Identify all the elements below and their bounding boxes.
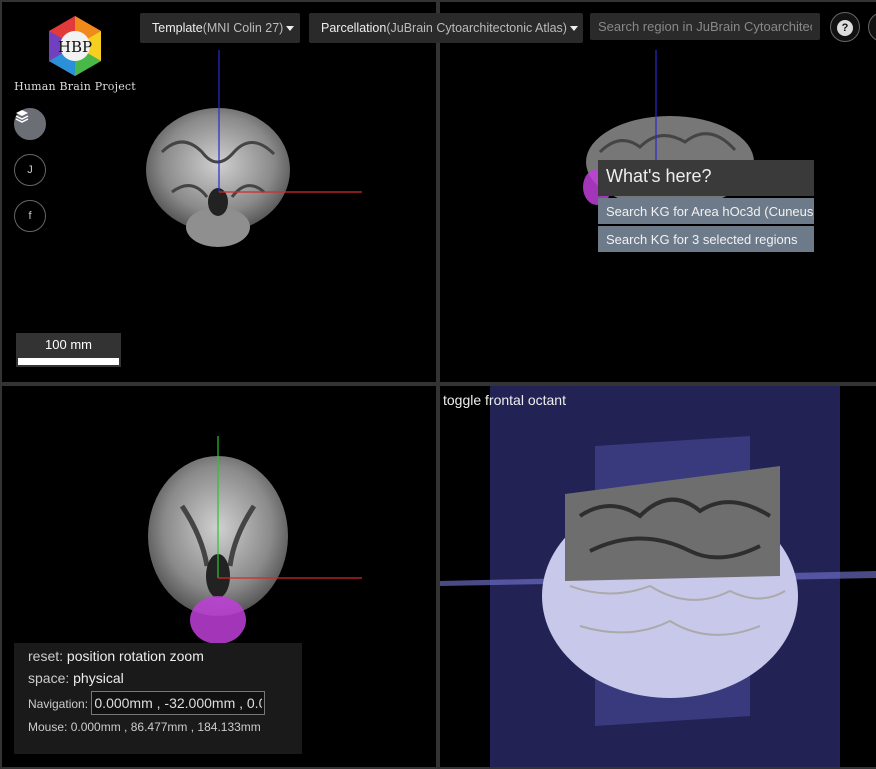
reset-row: reset: position rotation zoom — [28, 645, 288, 667]
3d-view-svg — [440, 386, 876, 767]
parcellation-label: Parcellation — [321, 21, 387, 35]
caret-down-icon — [569, 26, 578, 32]
hbp-logo-icon: HBP — [49, 16, 101, 76]
svg-text:HBP: HBP — [58, 38, 92, 56]
scale-bar-line — [18, 358, 119, 365]
help-button[interactable]: ? — [830, 12, 860, 42]
space-label: space: — [28, 670, 70, 686]
kg-search-item[interactable]: Search KG for Area hOc3d (Cuneus) — [598, 198, 814, 224]
template-value: (MNI Colin 27) — [202, 21, 284, 35]
whats-here-title: What's here? — [598, 160, 814, 196]
f-label: f — [28, 210, 32, 222]
space-value: physical — [73, 670, 124, 686]
navigation-panel: reset: position rotation zoom space: phy… — [14, 643, 302, 754]
kg-search-selected-item[interactable]: Search KG for 3 selected regions — [598, 226, 814, 252]
scale-bar: 100 mm — [16, 333, 121, 367]
mouse-value: 0.000mm , 86.477mm , 184.133mm — [70, 720, 261, 734]
template-label: Template — [152, 21, 203, 35]
hbp-logo[interactable]: HBP Human Brain Project — [14, 14, 136, 93]
help-icon: ? — [837, 19, 853, 36]
highlighted-region-axial — [190, 596, 246, 644]
j-label: J — [27, 164, 33, 176]
template-dropdown[interactable]: Template(MNI Colin 27) — [140, 13, 300, 43]
toggle-frontal-octant[interactable]: toggle frontal octant — [443, 392, 566, 408]
reset-options[interactable]: position rotation zoom — [67, 648, 204, 664]
j-button[interactable]: J — [14, 154, 46, 186]
caret-down-icon — [286, 26, 295, 32]
logo-text: Human Brain Project — [14, 80, 136, 93]
scale-label: 100 mm — [45, 337, 92, 352]
mouse-label: Mouse: — [28, 720, 68, 734]
whats-here-popup: What's here? Search KG for Area hOc3d (C… — [598, 160, 814, 252]
reset-label: reset: — [28, 648, 64, 664]
space-row: space: physical — [28, 667, 288, 689]
3d-view[interactable] — [440, 386, 876, 767]
navigation-label: Navigation: — [28, 697, 89, 711]
parcellation-value: (JuBrain Cytoarchitectonic Atlas) — [386, 21, 567, 35]
parcellation-dropdown[interactable]: Parcellation(JuBrain Cytoarchitectonic A… — [309, 13, 583, 43]
layers-icon — [15, 110, 29, 123]
region-search-input[interactable] — [590, 13, 820, 40]
navigation-row: Navigation: — [28, 691, 288, 715]
mouse-row: Mouse: 0.000mm , 86.477mm , 184.133mm — [28, 716, 288, 738]
navigation-input[interactable] — [91, 691, 266, 715]
layers-button[interactable] — [14, 108, 46, 140]
f-button[interactable]: f — [14, 200, 46, 232]
